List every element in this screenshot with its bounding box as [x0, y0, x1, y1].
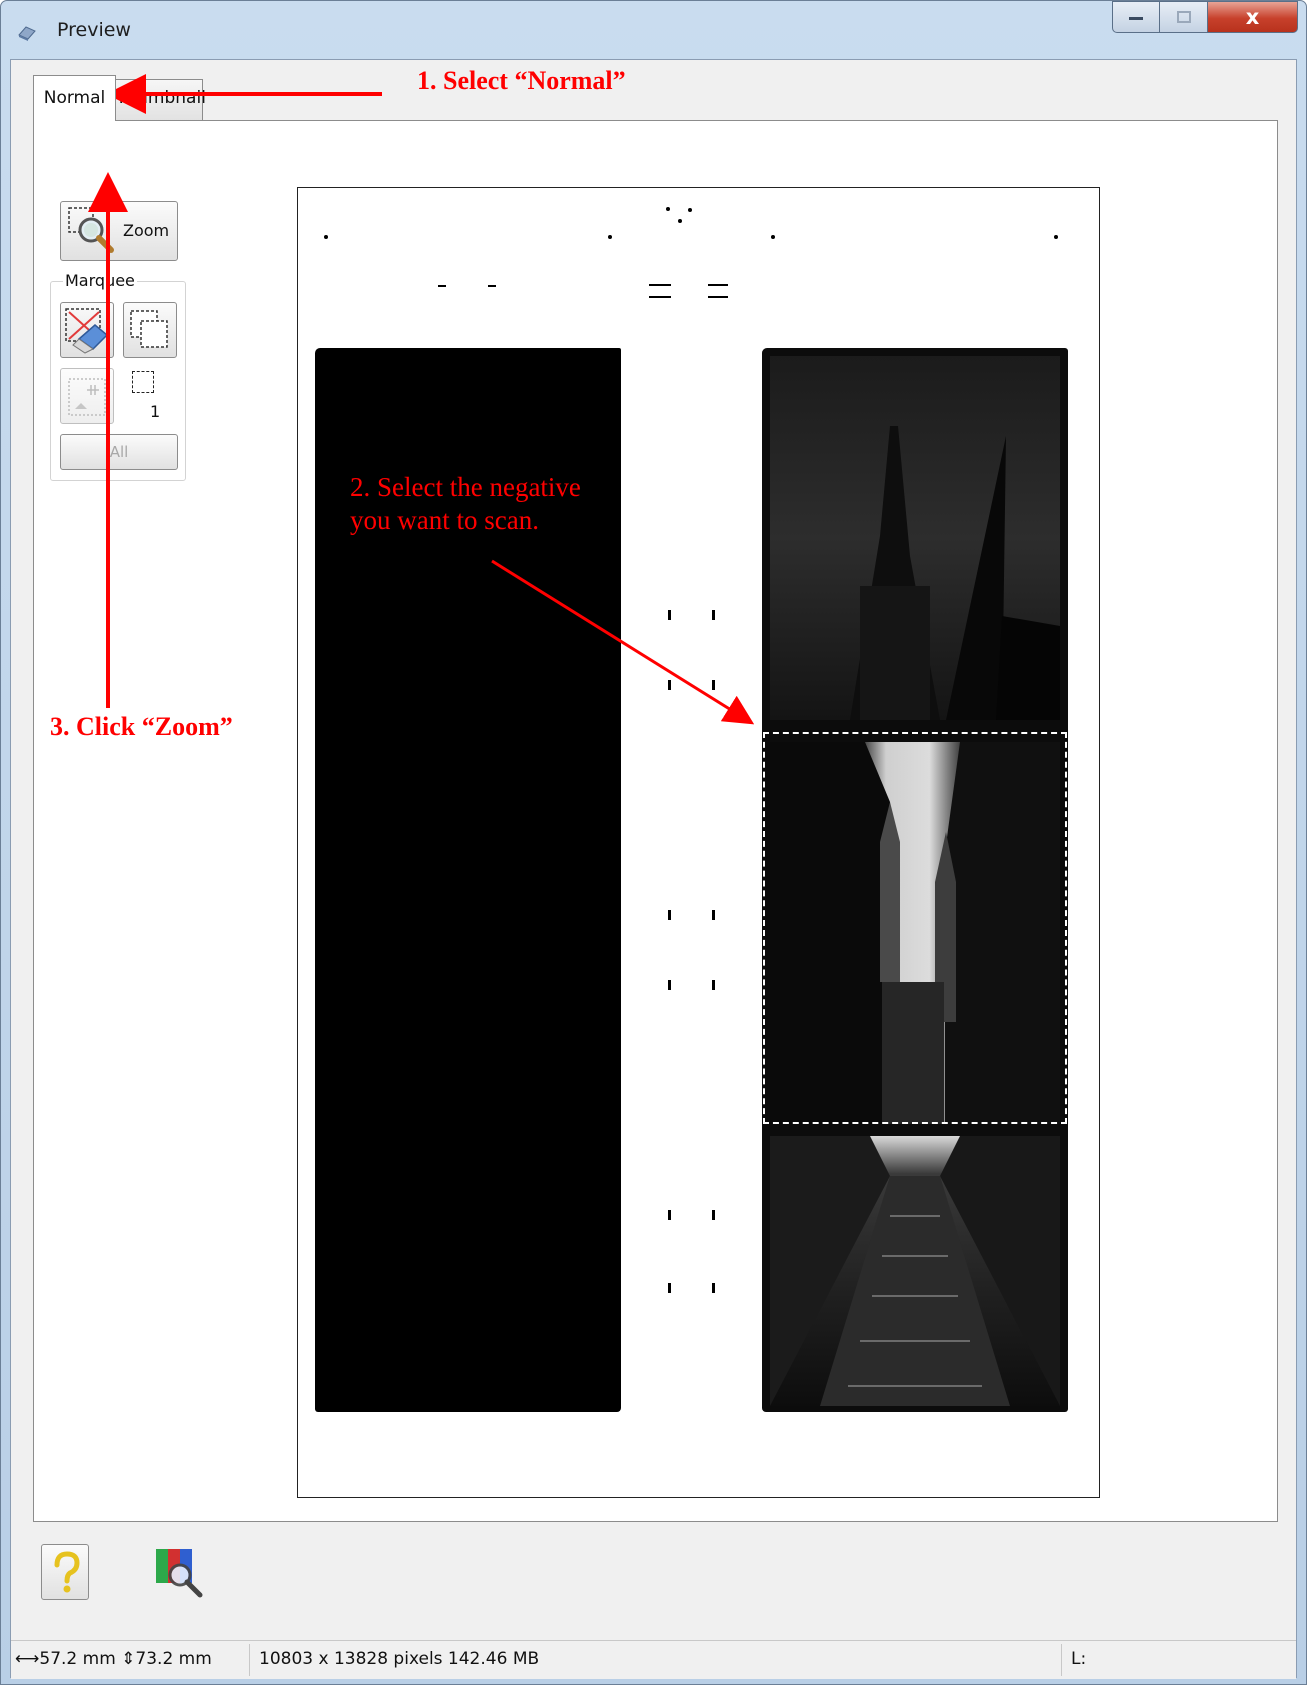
client-area: Normal Thumbnail Zoom Marquee 1 All ⟷57.… — [10, 59, 1297, 1679]
bottom-toolbar — [11, 1522, 1296, 1606]
window-controls: x — [1112, 1, 1298, 35]
tab-normal[interactable]: Normal — [33, 75, 116, 121]
tab-panel-normal: Zoom Marquee 1 All — [33, 120, 1278, 1522]
preview-window: Preview x Normal Thumbnail Zoom Marquee … — [0, 0, 1307, 1685]
minimize-icon — [1129, 17, 1143, 20]
marquee-group: Marquee 1 All — [50, 271, 186, 481]
annotation-step-2: 2. Select the negative you want to scan. — [350, 472, 581, 535]
window-title: Preview — [57, 19, 131, 41]
close-icon: x — [1245, 5, 1260, 29]
minimize-button[interactable] — [1112, 1, 1160, 33]
negative-frame-1[interactable] — [770, 356, 1060, 720]
auto-locate-icon — [68, 378, 106, 416]
delete-marquee-button[interactable] — [60, 302, 114, 358]
dimensions-readout: ⟷57.2 mm ⇕73.2 mm — [15, 1649, 212, 1669]
width-value: 57.2 mm — [39, 1649, 116, 1669]
zoom-label: Zoom — [123, 221, 170, 240]
auto-locate-button[interactable] — [60, 368, 114, 424]
marquee-count-icon — [132, 371, 154, 393]
close-button[interactable]: x — [1208, 1, 1298, 33]
annotation-step-3: 3. Click “Zoom” — [50, 712, 233, 741]
status-bar: ⟷57.2 mm ⇕73.2 mm 10803 x 13828 pixels 1… — [11, 1640, 1296, 1679]
tower-photo — [850, 426, 1060, 720]
annotation-step-1: 1. Select “Normal” — [417, 66, 626, 95]
status-divider — [249, 1644, 250, 1676]
magnifier-icon — [68, 207, 114, 253]
level-label: L: — [1071, 1649, 1087, 1669]
scanner-icon — [18, 26, 36, 41]
width-arrow-icon: ⟷ — [15, 1649, 40, 1669]
marquee-group-label: Marquee — [63, 271, 137, 290]
marquee-selection[interactable] — [763, 732, 1067, 1124]
help-button[interactable] — [41, 1544, 89, 1600]
tab-thumbnail[interactable]: Thumbnail — [115, 79, 206, 121]
film-strip-right[interactable] — [762, 348, 1068, 1412]
color-palette-button[interactable] — [151, 1544, 207, 1600]
height-arrow-icon: ⇕ — [121, 1649, 136, 1669]
color-palette-icon — [156, 1549, 203, 1598]
height-value: 73.2 mm — [135, 1649, 212, 1669]
maximize-icon — [1176, 11, 1191, 23]
preview-image[interactable] — [297, 187, 1100, 1498]
pixels-info: 10803 x 13828 pixels 142.46 MB — [259, 1649, 540, 1669]
negative-frame-3[interactable] — [770, 1136, 1060, 1406]
all-label: All — [109, 443, 129, 461]
copy-marquee-button[interactable] — [123, 302, 177, 358]
question-icon — [54, 1551, 80, 1593]
title-bar[interactable]: Preview x — [1, 1, 1306, 59]
eraser-marquee-icon — [65, 308, 109, 354]
copy-marquee-icon — [130, 310, 168, 348]
status-divider — [1061, 1644, 1062, 1676]
marquee-count: 1 — [150, 402, 161, 421]
zoom-button[interactable]: Zoom — [60, 201, 178, 261]
all-button[interactable]: All — [60, 434, 178, 470]
building-photo — [770, 1136, 1060, 1406]
maximize-button[interactable] — [1160, 1, 1208, 33]
